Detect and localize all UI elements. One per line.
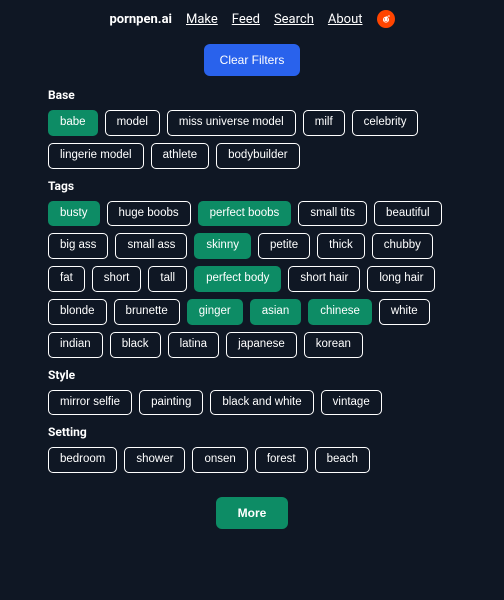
filter-tag[interactable]: white: [379, 299, 430, 325]
filter-tag[interactable]: black: [110, 332, 161, 358]
filter-tag[interactable]: mirror selfie: [48, 390, 132, 416]
section-title: Style: [48, 368, 456, 382]
filter-tag[interactable]: painting: [139, 390, 203, 416]
filter-tag[interactable]: busty: [48, 201, 100, 227]
filter-tag[interactable]: athlete: [151, 143, 210, 169]
filter-tag[interactable]: black and white: [210, 390, 313, 416]
tags-container: mirror selfie painting black and white vint…: [48, 390, 456, 416]
clear-filters-button[interactable]: Clear Filters: [204, 44, 301, 76]
section-title: Setting: [48, 425, 456, 439]
filter-tag[interactable]: small tits: [298, 201, 367, 227]
filter-tag[interactable]: onsen: [192, 447, 247, 473]
filter-tag[interactable]: chubby: [372, 233, 433, 259]
filter-content: Base babe model miss universe model milf cele…: [0, 88, 504, 473]
more-button[interactable]: More: [216, 497, 289, 529]
filter-tag[interactable]: long hair: [367, 266, 435, 292]
nav-search[interactable]: Search: [274, 12, 314, 27]
more-wrap: More: [0, 483, 504, 543]
filter-tag[interactable]: beach: [315, 447, 370, 473]
filter-tag[interactable]: big ass: [48, 233, 108, 259]
filter-section: Tags busty huge boobs perfect boobssmall ti…: [48, 179, 456, 358]
section-title: Base: [48, 88, 456, 102]
filter-tag[interactable]: japanese: [226, 332, 297, 358]
filter-section: Setting bedroom shower onsen forest beach: [48, 425, 456, 473]
filter-tag[interactable]: vintage: [321, 390, 382, 416]
clear-filters-wrap: Clear Filters: [0, 36, 504, 88]
filter-tag[interactable]: perfect body: [194, 266, 281, 292]
filter-tag[interactable]: skinny: [194, 233, 251, 259]
filter-tag[interactable]: ginger: [187, 299, 243, 325]
filter-tag[interactable]: chinese: [308, 299, 372, 325]
filter-tag[interactable]: babe: [48, 110, 98, 136]
filter-section: Style mirror selfie painting black and whit…: [48, 368, 456, 416]
section-title: Tags: [48, 179, 456, 193]
filter-section: Base babe model miss universe model milf cele…: [48, 88, 456, 169]
filter-tag[interactable]: forest: [255, 447, 308, 473]
nav-about[interactable]: About: [328, 12, 363, 27]
filter-tag[interactable]: short: [92, 266, 142, 292]
filter-tag[interactable]: small ass: [115, 233, 187, 259]
filter-tag[interactable]: short hair: [288, 266, 360, 292]
tags-container: babe model miss universe model milf celebrit…: [48, 110, 456, 169]
tags-container: busty huge boobs perfect boobssmall tits be…: [48, 201, 456, 358]
filter-tag[interactable]: lingerie model: [48, 143, 144, 169]
filter-tag[interactable]: celebrity: [352, 110, 419, 136]
filter-tag[interactable]: perfect boobs: [198, 201, 292, 227]
filter-tag[interactable]: thick: [317, 233, 365, 259]
filter-tag[interactable]: fat: [48, 266, 85, 292]
filter-tag[interactable]: latina: [168, 332, 220, 358]
filter-tag[interactable]: model: [105, 110, 160, 136]
filter-tag[interactable]: milf: [303, 110, 345, 136]
tags-container: bedroom shower onsen forest beach: [48, 447, 456, 473]
filter-tag[interactable]: brunette: [114, 299, 180, 325]
reddit-icon[interactable]: [377, 10, 395, 28]
nav-feed[interactable]: Feed: [232, 12, 260, 27]
filter-tag[interactable]: blonde: [48, 299, 107, 325]
filter-tag[interactable]: tall: [148, 266, 187, 292]
header: pornpen.ai Make Feed Search About: [0, 0, 504, 36]
filter-tag[interactable]: petite: [258, 233, 310, 259]
filter-tag[interactable]: huge boobs: [107, 201, 191, 227]
nav-make[interactable]: Make: [186, 12, 218, 27]
filter-tag[interactable]: indian: [48, 332, 103, 358]
filter-tag[interactable]: bedroom: [48, 447, 117, 473]
filter-tag[interactable]: bodybuilder: [216, 143, 299, 169]
filter-tag[interactable]: korean: [304, 332, 363, 358]
filter-tag[interactable]: miss universe model: [167, 110, 296, 136]
filter-tag[interactable]: shower: [124, 447, 185, 473]
filter-tag[interactable]: beautiful: [374, 201, 441, 227]
brand[interactable]: pornpen.ai: [109, 12, 172, 27]
filter-tag[interactable]: asian: [250, 299, 302, 325]
